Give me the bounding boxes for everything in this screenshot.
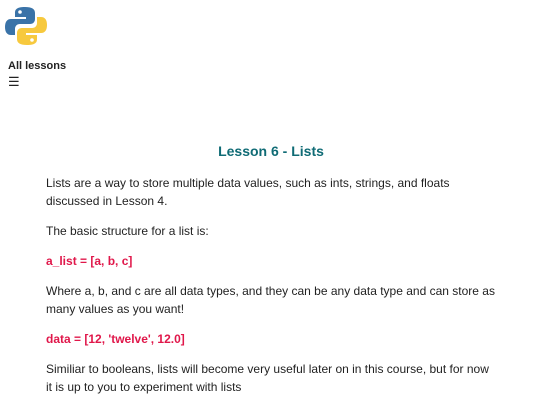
lesson-title: Lesson 6 - Lists	[218, 143, 324, 159]
lesson-paragraph: Similiar to booleans, lists will become …	[46, 362, 489, 394]
lesson-paragraph: The basic structure for a list is:	[46, 224, 209, 238]
all-lessons-link[interactable]: All lessons	[8, 60, 66, 72]
code-example: data = [12, 'twelve', 12.0]	[46, 332, 185, 346]
lesson-paragraph: Where a, b, and c are all data types, an…	[46, 284, 495, 316]
hamburger-menu-icon[interactable]: ☰	[8, 75, 20, 89]
lesson-paragraph: Lists are a way to store multiple data v…	[46, 176, 450, 208]
python-logo-icon	[5, 7, 47, 45]
lesson-content: Lesson 6 - Lists Lists are a way to stor…	[46, 143, 496, 408]
code-example: a_list = [a, b, c]	[46, 254, 133, 268]
